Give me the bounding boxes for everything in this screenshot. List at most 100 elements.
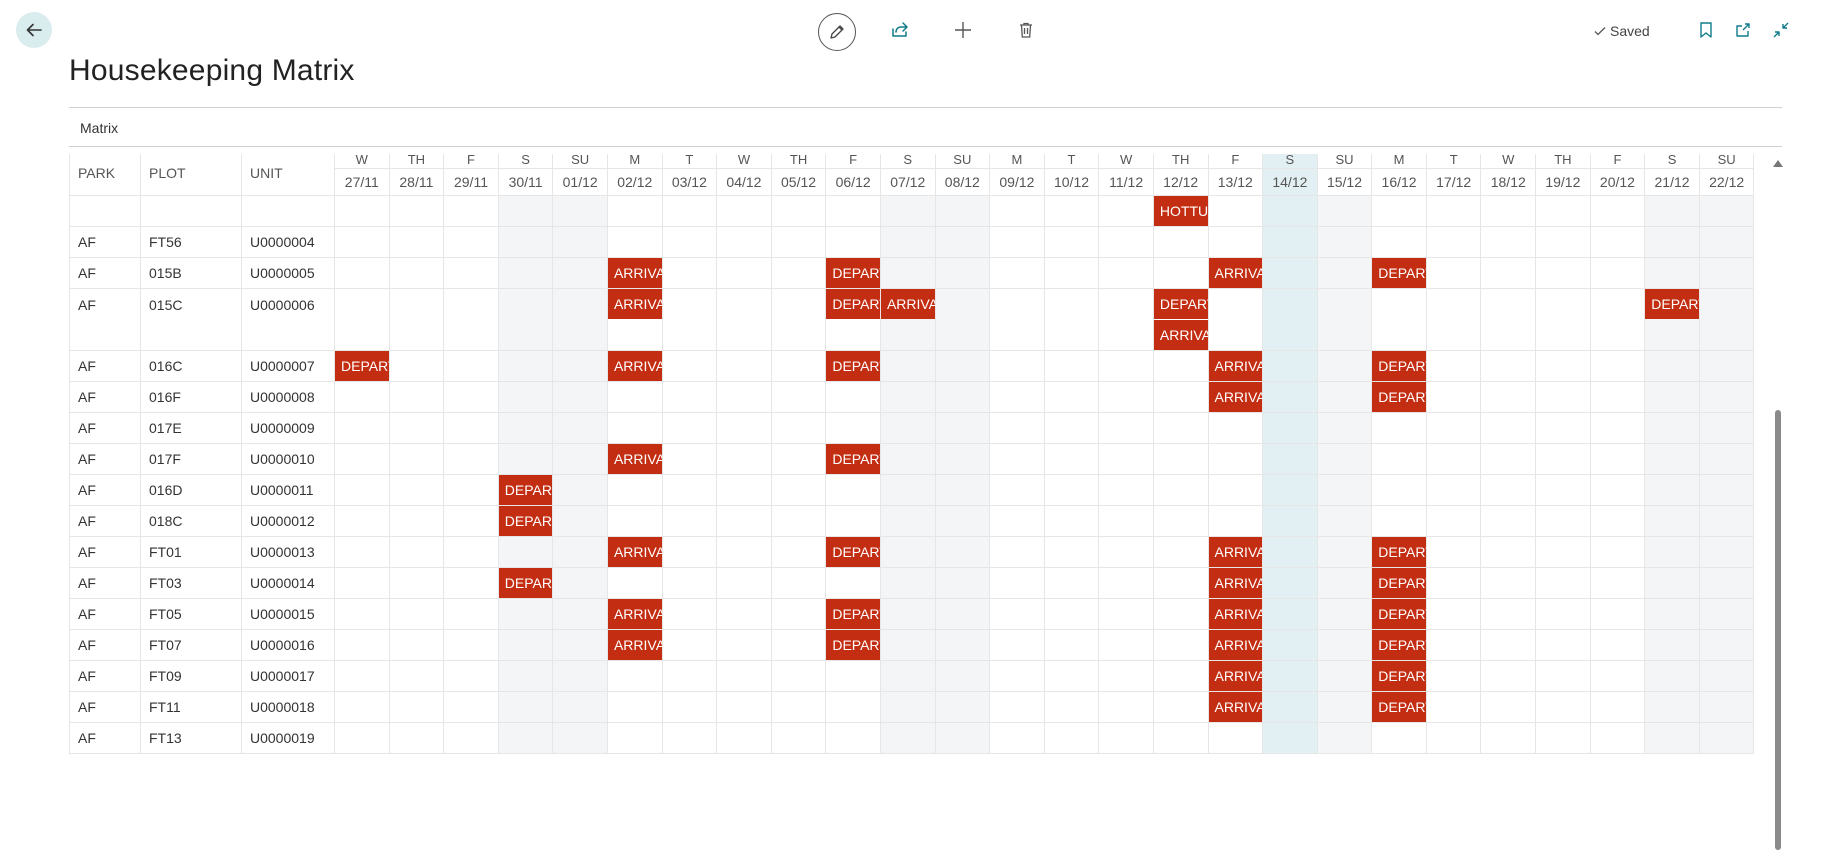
day-cell[interactable] bbox=[1480, 443, 1537, 475]
day-cell[interactable]: DEPART bbox=[825, 350, 881, 382]
day-cell[interactable] bbox=[552, 412, 608, 444]
day-cell[interactable] bbox=[606, 226, 663, 258]
day-cell[interactable]: HOTTU bbox=[1152, 195, 1209, 227]
day-cell[interactable] bbox=[770, 288, 827, 351]
day-cell[interactable] bbox=[1152, 443, 1209, 475]
day-cell[interactable] bbox=[661, 505, 718, 537]
day-cell[interactable] bbox=[1152, 722, 1209, 754]
day-cell[interactable] bbox=[1043, 629, 1100, 661]
day-cell[interactable] bbox=[1644, 350, 1700, 382]
event-tag[interactable]: DEPART bbox=[1372, 599, 1426, 629]
day-cell[interactable] bbox=[334, 722, 390, 754]
event-tag[interactable]: ARRIVA bbox=[1208, 630, 1262, 660]
day-cell[interactable] bbox=[1589, 195, 1646, 227]
day-cell[interactable] bbox=[1589, 381, 1646, 413]
day-cell[interactable] bbox=[1207, 722, 1264, 754]
day-cell[interactable] bbox=[552, 257, 608, 289]
day-cell[interactable] bbox=[1644, 505, 1700, 537]
day-cell[interactable] bbox=[334, 381, 390, 413]
day-cell[interactable] bbox=[989, 412, 1045, 444]
day-cell[interactable] bbox=[497, 443, 554, 475]
day-cell[interactable] bbox=[1262, 443, 1318, 475]
day-cell[interactable] bbox=[1535, 257, 1591, 289]
day-cell[interactable] bbox=[497, 350, 554, 382]
day-cell[interactable] bbox=[1425, 474, 1482, 506]
day-cell[interactable] bbox=[989, 505, 1045, 537]
day-cell[interactable] bbox=[1098, 226, 1154, 258]
day-cell[interactable] bbox=[1644, 598, 1700, 630]
day-cell[interactable] bbox=[1589, 629, 1646, 661]
day-cell[interactable] bbox=[1698, 257, 1755, 289]
day-cell[interactable]: DEPART bbox=[1371, 691, 1427, 723]
day-cell[interactable] bbox=[770, 567, 827, 599]
day-cell[interactable] bbox=[879, 691, 936, 723]
day-cell[interactable] bbox=[334, 660, 390, 692]
table-row[interactable]: AF016CU0000007DEPARTARRIVADEPARTARRIVADE… bbox=[69, 350, 1755, 382]
day-cell[interactable] bbox=[661, 722, 718, 754]
day-cell[interactable] bbox=[716, 629, 772, 661]
day-cell[interactable] bbox=[1535, 567, 1591, 599]
day-cell[interactable]: ARRIVA bbox=[606, 443, 663, 475]
day-cell[interactable] bbox=[1644, 474, 1700, 506]
day-cell[interactable] bbox=[825, 722, 881, 754]
day-cell[interactable] bbox=[1425, 660, 1482, 692]
day-cell[interactable] bbox=[934, 598, 991, 630]
day-cell[interactable] bbox=[1535, 691, 1591, 723]
event-tag[interactable]: DEPART bbox=[499, 568, 552, 598]
day-cell[interactable] bbox=[1043, 567, 1100, 599]
day-cell[interactable] bbox=[1043, 195, 1100, 227]
day-cell[interactable] bbox=[1262, 195, 1318, 227]
day-cell[interactable] bbox=[1316, 567, 1373, 599]
day-cell[interactable] bbox=[1480, 350, 1537, 382]
day-cell[interactable]: DEPART bbox=[497, 567, 554, 599]
day-cell[interactable] bbox=[1535, 536, 1591, 568]
day-cell[interactable] bbox=[1698, 691, 1755, 723]
day-cell[interactable] bbox=[770, 536, 827, 568]
day-cell[interactable] bbox=[1316, 722, 1373, 754]
day-cell[interactable] bbox=[989, 381, 1045, 413]
day-cell[interactable]: ARRIVA bbox=[1207, 381, 1264, 413]
day-cell[interactable] bbox=[934, 691, 991, 723]
day-cell[interactable] bbox=[879, 629, 936, 661]
day-cell[interactable]: ARRIVA bbox=[1207, 598, 1264, 630]
day-cell[interactable] bbox=[388, 412, 445, 444]
day-cell[interactable]: ARRIVA bbox=[1207, 691, 1264, 723]
day-cell[interactable] bbox=[1098, 505, 1154, 537]
day-cell[interactable] bbox=[989, 474, 1045, 506]
day-cell[interactable] bbox=[606, 474, 663, 506]
event-tag[interactable]: DEPART bbox=[826, 630, 880, 660]
day-cell[interactable] bbox=[443, 350, 499, 382]
day-cell[interactable] bbox=[661, 350, 718, 382]
day-cell[interactable] bbox=[825, 474, 881, 506]
event-tag[interactable]: ARRIVA bbox=[881, 289, 935, 319]
day-cell[interactable] bbox=[825, 505, 881, 537]
day-cell[interactable] bbox=[1644, 412, 1700, 444]
table-row[interactable]: HOTTU bbox=[69, 195, 1755, 227]
day-cell[interactable] bbox=[989, 226, 1045, 258]
day-cell[interactable] bbox=[552, 691, 608, 723]
day-cell[interactable] bbox=[879, 226, 936, 258]
day-cell[interactable] bbox=[443, 691, 499, 723]
day-cell[interactable] bbox=[1152, 257, 1209, 289]
day-cell[interactable] bbox=[1262, 536, 1318, 568]
day-cell[interactable] bbox=[334, 598, 390, 630]
day-cell[interactable] bbox=[934, 443, 991, 475]
event-tag[interactable]: ARRIVA bbox=[608, 258, 662, 288]
day-cell[interactable] bbox=[1480, 629, 1537, 661]
day-cell[interactable] bbox=[1043, 505, 1100, 537]
event-tag[interactable]: DEPART bbox=[1372, 692, 1426, 722]
day-cell[interactable] bbox=[1644, 257, 1700, 289]
day-cell[interactable] bbox=[334, 257, 390, 289]
day-cell[interactable] bbox=[552, 288, 608, 351]
day-cell[interactable] bbox=[1207, 288, 1264, 351]
day-cell[interactable]: DEPART bbox=[1371, 660, 1427, 692]
day-cell[interactable] bbox=[989, 257, 1045, 289]
day-cell[interactable] bbox=[1262, 381, 1318, 413]
day-cell[interactable] bbox=[1535, 629, 1591, 661]
day-cell[interactable] bbox=[1425, 598, 1482, 630]
day-cell[interactable] bbox=[443, 629, 499, 661]
day-cell[interactable] bbox=[334, 443, 390, 475]
day-cell[interactable] bbox=[1043, 660, 1100, 692]
day-cell[interactable] bbox=[1644, 691, 1700, 723]
day-cell[interactable] bbox=[1425, 443, 1482, 475]
